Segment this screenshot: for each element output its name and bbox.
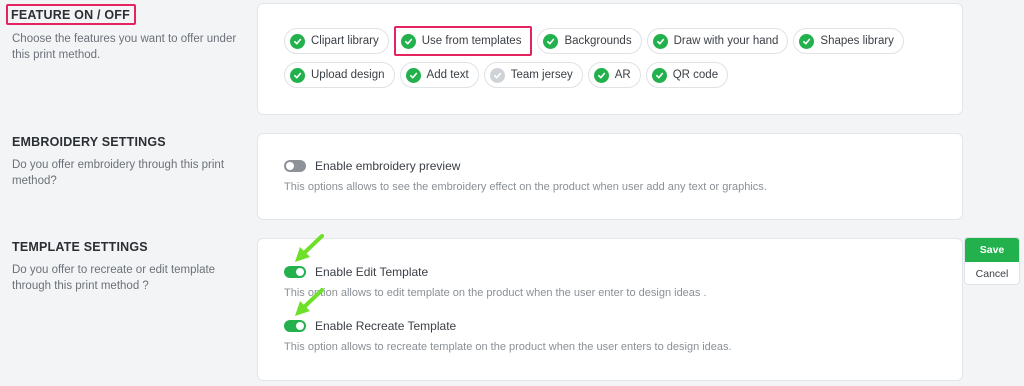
feature-chip-add-text[interactable]: Add text bbox=[399, 62, 479, 88]
save-button[interactable]: Save bbox=[965, 238, 1019, 262]
edit-template-toggle-row[interactable]: Enable Edit Template bbox=[284, 265, 707, 279]
recreate-template-label: Enable Recreate Template bbox=[315, 319, 457, 333]
feature-chip-upload-design[interactable]: Upload design bbox=[284, 62, 395, 88]
feature-section-info: FEATURE ON / OFF Choose the features you… bbox=[6, 4, 242, 63]
feature-chip-label: Team jersey bbox=[510, 69, 573, 81]
feature-chip-shapes-library[interactable]: Shapes library bbox=[793, 28, 904, 54]
embroidery-section-description: Do you offer embroidery through this pri… bbox=[12, 159, 225, 187]
edit-template-toggle[interactable] bbox=[284, 266, 306, 278]
check-icon bbox=[543, 33, 559, 49]
feature-chip-label: Shapes library bbox=[820, 35, 894, 47]
check-icon bbox=[652, 33, 668, 49]
feature-chip-label: Draw with your hand bbox=[673, 35, 779, 47]
embroidery-preview-toggle-row[interactable]: Enable embroidery preview bbox=[284, 159, 767, 173]
embroidery-card: Enable embroidery preview This options a… bbox=[257, 133, 963, 220]
feature-chip-draw-with-your-hand[interactable]: Draw with your hand bbox=[646, 28, 789, 54]
embroidery-section-title: EMBROIDERY SETTINGS bbox=[12, 135, 166, 149]
check-icon bbox=[651, 67, 667, 83]
feature-chip-use-from-templates[interactable]: Use from templates bbox=[393, 26, 533, 56]
edit-template-label: Enable Edit Template bbox=[315, 265, 429, 279]
check-icon bbox=[489, 67, 505, 83]
feature-chip-team-jersey[interactable]: Team jersey bbox=[483, 62, 583, 88]
template-section-description: Do you offer to recreate or edit templat… bbox=[12, 264, 216, 292]
check-icon bbox=[799, 33, 815, 49]
feature-chip-label: Use from templates bbox=[421, 35, 522, 47]
template-card: Enable Edit Template This option allows … bbox=[257, 238, 963, 381]
cancel-button[interactable]: Cancel bbox=[965, 262, 1019, 284]
feature-chip-qr-code[interactable]: QR code bbox=[645, 62, 729, 88]
feature-section-title: FEATURE ON / OFF bbox=[6, 4, 136, 25]
annotation-arrow-icon bbox=[295, 288, 324, 316]
recreate-template-toggle[interactable] bbox=[284, 320, 306, 332]
annotation-arrow-icon bbox=[295, 234, 324, 262]
edit-template-help: This option allows to edit template on t… bbox=[284, 287, 707, 299]
feature-chip-clipart-library[interactable]: Clipart library bbox=[284, 28, 389, 54]
embroidery-section-info: EMBROIDERY SETTINGS Do you offer embroid… bbox=[12, 135, 242, 189]
check-icon bbox=[593, 67, 609, 83]
template-section-title: TEMPLATE SETTINGS bbox=[12, 240, 148, 254]
feature-section-description: Choose the features you want to offer un… bbox=[12, 33, 237, 61]
embroidery-preview-label: Enable embroidery preview bbox=[315, 159, 461, 173]
feature-chip-label: Clipart library bbox=[311, 35, 379, 47]
feature-chip-label: Add text bbox=[426, 69, 469, 81]
check-icon bbox=[290, 33, 305, 49]
recreate-template-help: This option allows to recreate template … bbox=[284, 341, 732, 353]
feature-chip-ar[interactable]: AR bbox=[587, 62, 641, 88]
template-section-info: TEMPLATE SETTINGS Do you offer to recrea… bbox=[12, 240, 242, 294]
check-icon bbox=[290, 67, 305, 83]
save-cancel-panel: Save Cancel bbox=[964, 237, 1020, 285]
embroidery-preview-toggle[interactable] bbox=[284, 160, 306, 172]
feature-chip-list: Clipart library Use from templates Backgro… bbox=[284, 26, 944, 94]
check-icon bbox=[405, 67, 421, 83]
check-icon bbox=[400, 33, 416, 49]
embroidery-preview-help: This options allows to see the embroider… bbox=[284, 181, 767, 193]
recreate-template-toggle-row[interactable]: Enable Recreate Template bbox=[284, 319, 732, 333]
feature-chip-label: AR bbox=[614, 69, 631, 81]
feature-card: Clipart library Use from templates Backgro… bbox=[257, 3, 963, 115]
feature-chip-backgrounds[interactable]: Backgrounds bbox=[537, 28, 642, 54]
feature-chip-label: Backgrounds bbox=[564, 35, 632, 47]
feature-chip-label: QR code bbox=[672, 69, 719, 81]
feature-chip-label: Upload design bbox=[311, 69, 385, 81]
